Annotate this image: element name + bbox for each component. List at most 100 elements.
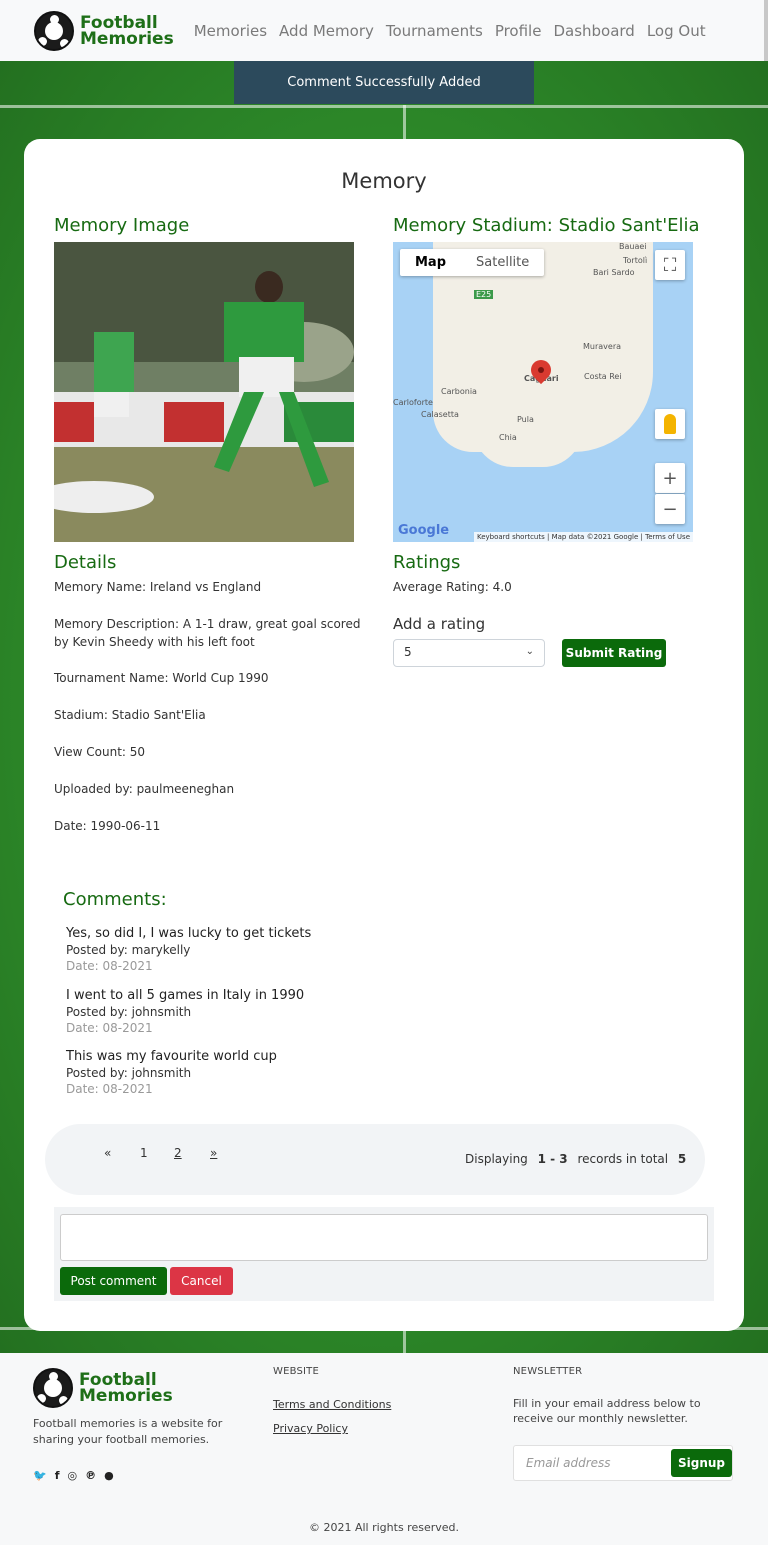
football-logo-icon [33,1368,73,1408]
pitch-line [403,105,406,141]
footer-description: Football memories is a website for shari… [33,1417,223,1446]
memory-stadium-heading: Memory Stadium: Stadio Sant'Elia [393,215,700,236]
nav-add-memory[interactable]: Add Memory [279,22,374,40]
social-links: 🐦 f ◎ ℗ ● [33,1469,122,1482]
memory-image [54,242,354,542]
comment-item: I went to all 5 games in Italy in 1990 P… [66,988,304,1035]
prev-page-link[interactable]: « [104,1146,111,1160]
comment-author: Posted by: marykelly [66,943,191,957]
map-place: Calasetta [421,410,459,419]
comment-date: Date: 08-2021 [66,959,153,973]
navbar: Football Memories Memories Add Memory To… [0,0,768,210]
comments-heading: Comments: [63,889,167,910]
comment-item: Yes, so did I, I was lucky to get ticket… [66,926,311,973]
cancel-button[interactable]: Cancel [170,1267,233,1295]
twitter-icon[interactable]: 🐦 [33,1469,47,1482]
map-place: Costa Rei [584,372,622,381]
nav-tournaments[interactable]: Tournaments [386,22,483,40]
map-place: Carbonia [441,387,477,396]
tournament-name: Tournament Name: World Cup 1990 [54,671,269,685]
football-logo-icon [34,10,74,51]
memory-name: Memory Name: Ireland vs England [54,580,262,594]
terms-link[interactable]: Terms and Conditions [273,1398,391,1411]
brand-logo[interactable]: Football Memories [34,10,174,51]
signup-button[interactable]: Signup [671,1449,732,1477]
pitch-line [0,105,768,108]
map-attribution: Keyboard shortcuts | Map data ©2021 Goog… [473,532,693,542]
footer-brand[interactable]: Football Memories [33,1368,173,1408]
page-title: Memory [341,169,427,193]
comment-text: This was my favourite world cup [66,1049,277,1064]
rating-select[interactable]: 5 ⌄ [393,639,545,667]
page-2-link[interactable]: 2 [174,1146,182,1160]
chevron-down-icon: ⌄ [525,646,534,657]
google-logo: Google [398,523,450,538]
average-rating: Average Rating: 4.0 [393,580,512,594]
footer-brand-name: Football Memories [79,1372,173,1405]
footer: Football Memories Football memories is a… [0,1353,768,1545]
map-place: Muravera [583,342,622,351]
instagram-icon[interactable]: ◎ [68,1469,78,1482]
privacy-link[interactable]: Privacy Policy [273,1422,348,1435]
next-page-link[interactable]: » [210,1146,217,1160]
rating-select-value: 5 [404,645,412,659]
nav-links: Memories Add Memory Tournaments Profile … [194,22,718,40]
nav-dashboard[interactable]: Dashboard [553,22,634,40]
comment-author: Posted by: johnsmith [66,1005,192,1019]
memory-photo [54,242,354,542]
map-type-control: Map Satellite [400,249,545,276]
comment-form: Post comment Cancel [54,1207,714,1301]
records-prefix: Displaying [465,1152,528,1166]
details-heading: Details [54,552,117,573]
stadium-map[interactable]: Bauaei Tortolì Bari Sardo Muravera Costa… [393,242,693,542]
email-placeholder: Email address [526,1456,611,1470]
newsletter-text: Fill in your email address below to rece… [513,1397,701,1425]
comment-text: I went to all 5 games in Italy in 1990 [66,988,305,1003]
pegman-icon[interactable] [655,409,685,439]
website-heading: WEBSITE [273,1366,320,1377]
map-place: Carloforte [393,398,433,407]
zoom-out-button[interactable]: − [655,494,685,524]
keyboard-shortcuts-link[interactable]: Keyboard shortcuts [477,533,545,541]
map-place: Chia [499,433,517,442]
ratings-heading: Ratings [393,552,461,573]
nav-memories[interactable]: Memories [194,22,267,40]
newsletter-heading: NEWSLETTER [513,1366,583,1377]
comment-textarea[interactable] [60,1214,708,1261]
post-comment-button[interactable]: Post comment [60,1267,167,1295]
brand-name: Football Memories [80,14,174,47]
map-place: Bari Sardo [593,268,635,277]
memory-description: Memory Description: A 1-1 draw, great go… [54,617,361,649]
records-total: 5 [677,1152,687,1166]
comment-date: Date: 08-2021 [66,1021,153,1035]
email-input[interactable]: Email address Signup [513,1445,733,1481]
success-alert: Comment Successfully Added [234,61,534,104]
nav-log-out[interactable]: Log Out [647,22,706,40]
nav-profile[interactable]: Profile [495,22,542,40]
copyright: © 2021 All rights reserved. [308,1521,460,1534]
facebook-icon[interactable]: f [55,1469,60,1482]
uploaded-by: Uploaded by: paulmeeneghan [54,782,235,796]
snapchat-icon[interactable]: ● [104,1469,114,1482]
memory-date: Date: 1990-06-11 [54,819,161,833]
terms-of-use-link[interactable]: Terms of Use [645,533,690,541]
map-tab[interactable]: Map [400,249,461,276]
submit-rating-button[interactable]: Submit Rating [562,639,666,667]
memory-card: Memory Memory Image Memory Stadium: Stad… [24,139,744,1331]
zoom-in-button[interactable]: + [655,463,685,493]
pinterest-icon[interactable]: ℗ [85,1469,96,1482]
map-place: Bauaei [619,242,647,251]
add-rating-label: Add a rating [393,615,486,633]
page-1-link[interactable]: 1 [140,1146,148,1160]
map-data-text: Map data ©2021 Google [551,533,639,541]
memory-image-heading: Memory Image [54,215,190,236]
map-road-shield: E25 [474,290,494,299]
map-place: Tortolì [623,256,648,265]
records-range: 1 - 3 [537,1152,568,1166]
satellite-tab[interactable]: Satellite [461,249,544,276]
comment-item: This was my favourite world cup Posted b… [66,1049,277,1096]
view-count: View Count: 50 [54,745,146,759]
fullscreen-icon[interactable]: ⛶ [655,250,685,280]
pagination: « 1 2 » Displaying 1 - 3 records in tota… [45,1124,705,1195]
stadium-name: Stadium: Stadio Sant'Elia [54,708,206,722]
